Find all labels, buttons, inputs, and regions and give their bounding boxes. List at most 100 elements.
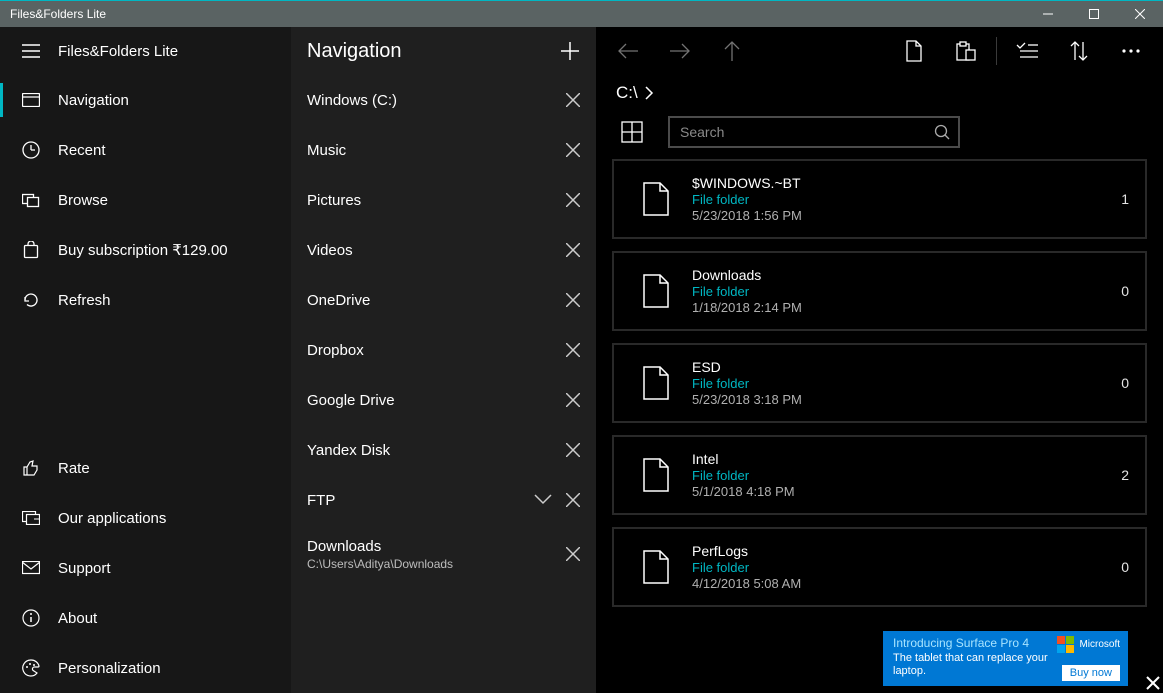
bag-icon <box>14 241 48 259</box>
apps-icon <box>14 511 48 525</box>
toolbar <box>604 27 1155 75</box>
file-type: File folder <box>692 468 1121 483</box>
app-title-row: Files&Folders Lite <box>0 27 291 75</box>
hamburger-icon[interactable] <box>14 44 48 58</box>
sidebar-item-recent[interactable]: Recent <box>0 125 291 175</box>
breadcrumb[interactable]: C:\ <box>604 75 1155 111</box>
sort-button[interactable] <box>1055 27 1103 75</box>
navigation-panel: Navigation Windows (C:) Music Pictures V… <box>291 27 596 693</box>
nav-item-google-drive[interactable]: Google Drive <box>291 375 596 425</box>
sidebar-item-buy[interactable]: Buy subscription ₹129.00 <box>0 225 291 275</box>
sidebar-item-label: Recent <box>58 142 106 159</box>
search-box[interactable] <box>668 116 960 148</box>
remove-icon[interactable] <box>566 343 580 357</box>
remove-icon[interactable] <box>566 193 580 207</box>
select-button[interactable] <box>1003 27 1051 75</box>
view-search-row <box>604 111 1155 159</box>
search-input[interactable] <box>680 124 934 140</box>
add-navigation-button[interactable] <box>560 41 580 61</box>
ad-banner: Introducing Surface Pro 4 The tablet tha… <box>883 631 1163 693</box>
remove-icon[interactable] <box>566 547 580 561</box>
sidebar-item-label: Browse <box>58 192 108 209</box>
chevron-down-icon[interactable] <box>534 494 552 506</box>
forward-button[interactable] <box>656 27 704 75</box>
file-count: 0 <box>1121 375 1129 391</box>
view-mode-button[interactable] <box>612 115 652 149</box>
window-close-button[interactable] <box>1117 1 1163 28</box>
file-card[interactable]: IntelFile folder5/1/2018 4:18 PM 2 <box>612 435 1147 515</box>
paste-button[interactable] <box>942 27 990 75</box>
file-card[interactable]: $WINDOWS.~BTFile folder5/23/2018 1:56 PM… <box>612 159 1147 239</box>
ad-headline: Introducing Surface Pro 4 <box>893 636 1058 650</box>
sidebar-item-label: Personalization <box>58 660 161 677</box>
browse-icon <box>14 192 48 208</box>
window-title: Files&Folders Lite <box>10 7 106 21</box>
back-button[interactable] <box>604 27 652 75</box>
microsoft-logo-icon <box>1057 636 1074 653</box>
sidebar-item-about[interactable]: About <box>0 593 291 643</box>
file-card[interactable]: ESDFile folder5/23/2018 3:18 PM 0 <box>612 343 1147 423</box>
ad-close-button[interactable] <box>1145 675 1161 691</box>
sidebar-item-label: Buy subscription ₹129.00 <box>58 241 228 259</box>
search-icon[interactable] <box>934 124 950 140</box>
file-date: 5/23/2018 3:18 PM <box>692 392 1121 407</box>
remove-icon[interactable] <box>566 393 580 407</box>
new-file-button[interactable] <box>890 27 938 75</box>
nav-item-yandex-disk[interactable]: Yandex Disk <box>291 425 596 475</box>
sidebar-item-refresh[interactable]: Refresh <box>0 275 291 325</box>
refresh-icon <box>14 291 48 309</box>
navigation-header: Navigation <box>291 27 596 75</box>
remove-icon[interactable] <box>566 143 580 157</box>
folder-icon <box>632 182 680 216</box>
sidebar-footer: Rate Our applications Support About Pers… <box>0 443 291 693</box>
nav-item-windows-c[interactable]: Windows (C:) <box>291 75 596 125</box>
sidebar-item-navigation[interactable]: Navigation <box>0 75 291 125</box>
folder-icon <box>632 274 680 308</box>
ad-cta-button[interactable]: Buy now <box>1062 665 1120 681</box>
up-button[interactable] <box>708 27 756 75</box>
nav-item-label: Downloads <box>307 538 453 555</box>
file-card[interactable]: DownloadsFile folder1/18/2018 2:14 PM 0 <box>612 251 1147 331</box>
file-type: File folder <box>692 376 1121 391</box>
sidebar-item-rate[interactable]: Rate <box>0 443 291 493</box>
file-name: PerfLogs <box>692 543 1121 559</box>
ad-text: The tablet that can replace your laptop. <box>893 652 1058 678</box>
sidebar-item-browse[interactable]: Browse <box>0 175 291 225</box>
file-type: File folder <box>692 560 1121 575</box>
more-button[interactable] <box>1107 27 1155 75</box>
remove-icon[interactable] <box>566 243 580 257</box>
ad-content[interactable]: Introducing Surface Pro 4 The tablet tha… <box>883 631 1128 686</box>
nav-item-onedrive[interactable]: OneDrive <box>291 275 596 325</box>
file-name: Intel <box>692 451 1121 467</box>
window-minimize-button[interactable] <box>1025 1 1071 28</box>
nav-item-label: Videos <box>307 242 353 259</box>
toolbar-separator <box>996 37 997 65</box>
window-maximize-button[interactable] <box>1071 1 1117 28</box>
file-list: $WINDOWS.~BTFile folder5/23/2018 1:56 PM… <box>604 159 1155 615</box>
file-date: 5/1/2018 4:18 PM <box>692 484 1121 499</box>
file-type: File folder <box>692 192 1121 207</box>
remove-icon[interactable] <box>566 493 580 507</box>
nav-item-ftp[interactable]: FTP <box>291 475 596 525</box>
folder-icon <box>632 550 680 584</box>
sidebar-item-support[interactable]: Support <box>0 543 291 593</box>
sidebar-item-personalization[interactable]: Personalization <box>0 643 291 693</box>
remove-icon[interactable] <box>566 443 580 457</box>
nav-item-label: Pictures <box>307 192 361 209</box>
remove-icon[interactable] <box>566 293 580 307</box>
nav-item-music[interactable]: Music <box>291 125 596 175</box>
sidebar-item-our-apps[interactable]: Our applications <box>0 493 291 543</box>
nav-item-videos[interactable]: Videos <box>291 225 596 275</box>
file-count: 2 <box>1121 467 1129 483</box>
nav-item-dropbox[interactable]: Dropbox <box>291 325 596 375</box>
nav-item-downloads[interactable]: Downloads C:\Users\Aditya\Downloads <box>291 525 596 583</box>
info-icon <box>14 609 48 627</box>
remove-icon[interactable] <box>566 93 580 107</box>
sidebar-item-label: Rate <box>58 460 90 477</box>
file-name: ESD <box>692 359 1121 375</box>
file-card[interactable]: PerfLogsFile folder4/12/2018 5:08 AM 0 <box>612 527 1147 607</box>
sidebar-item-label: About <box>58 610 97 627</box>
nav-item-path: C:\Users\Aditya\Downloads <box>307 557 453 571</box>
nav-item-pictures[interactable]: Pictures <box>291 175 596 225</box>
file-count: 0 <box>1121 283 1129 299</box>
